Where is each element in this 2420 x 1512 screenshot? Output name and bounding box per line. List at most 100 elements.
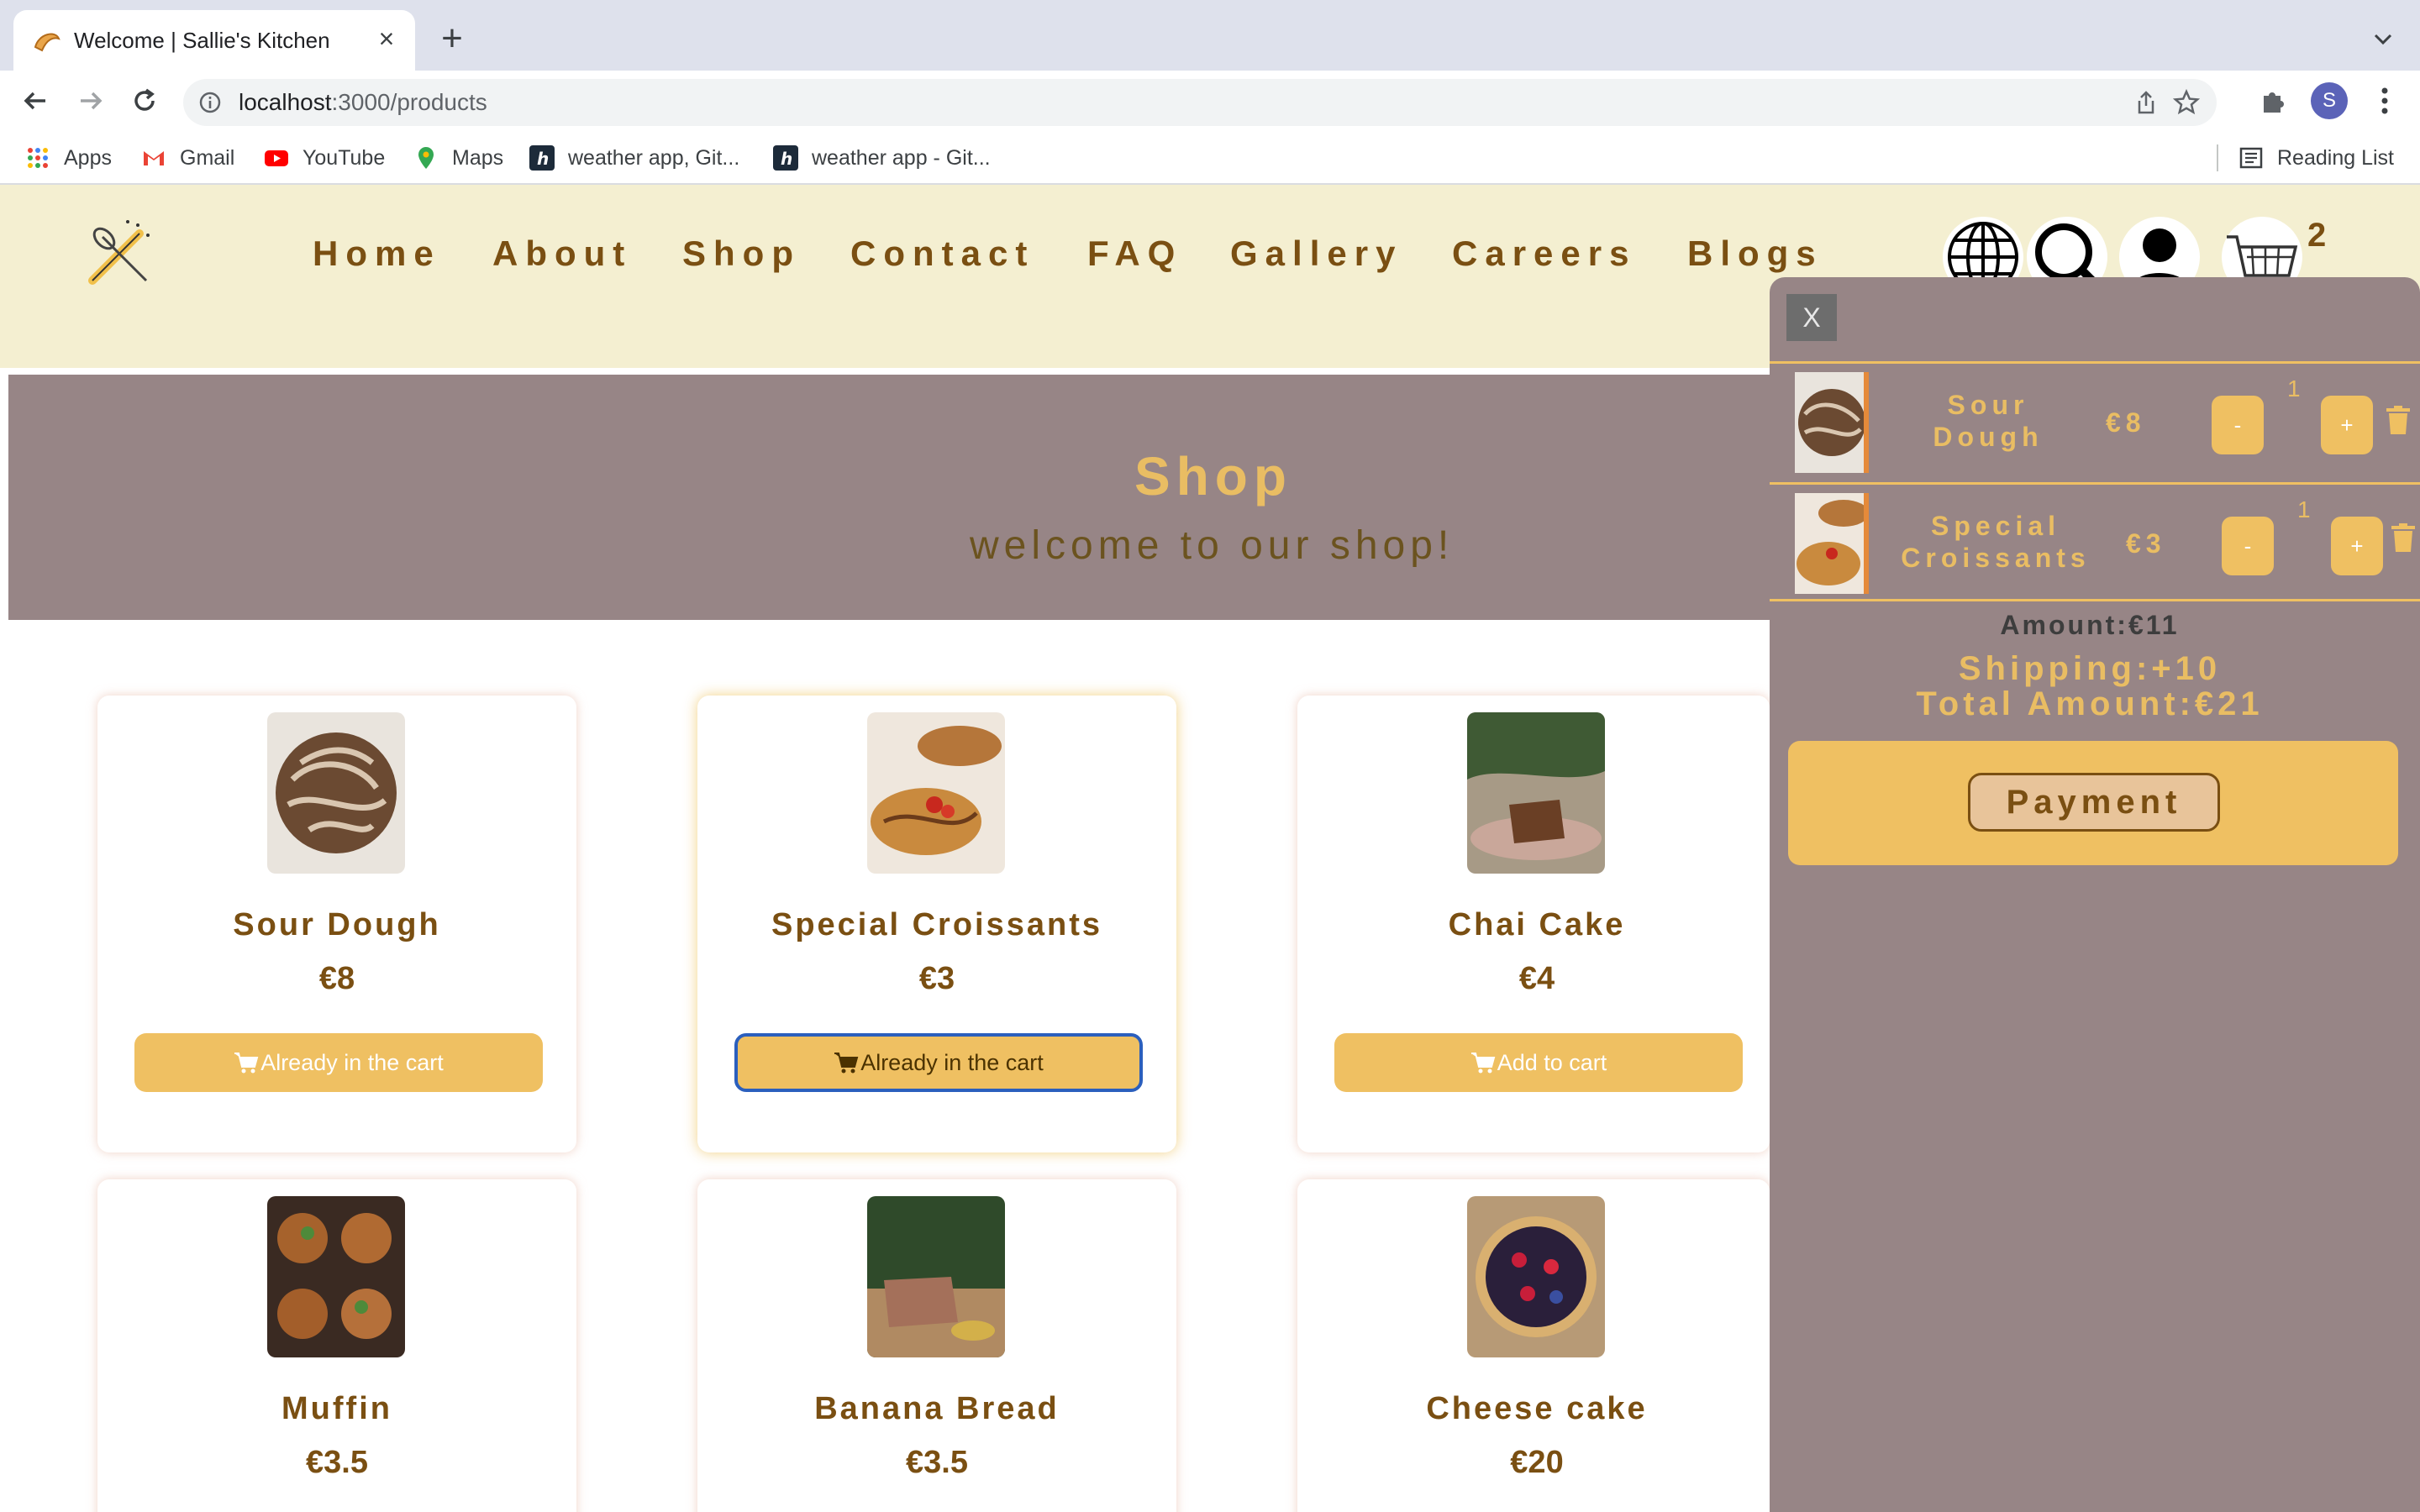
svg-text:h: h <box>781 149 792 169</box>
product-name: Banana Bread <box>814 1391 1060 1426</box>
product-name: Chai Cake <box>1448 907 1626 942</box>
bookmark-youtube[interactable]: YouTube <box>264 143 385 173</box>
bookmark-weather-app-2[interactable]: h weather app - Git... <box>773 143 991 173</box>
cart-item: Sour Dough €8 - 1 + <box>1770 361 2420 480</box>
browser-tab[interactable]: Welcome | Sallie's Kitchen × <box>13 10 415 71</box>
close-cart-button[interactable]: X <box>1786 294 1837 341</box>
url-text: localhost:3000/products <box>239 89 487 116</box>
bookmark-maps[interactable]: Maps <box>413 143 503 173</box>
chevron-down-icon[interactable] <box>2370 25 2396 52</box>
product-name: Sour Dough <box>233 907 441 942</box>
nav-blogs[interactable]: Blogs <box>1687 234 1823 274</box>
nav-gallery[interactable]: Gallery <box>1230 234 1402 274</box>
svg-text:h: h <box>537 149 549 169</box>
bookmark-gmail[interactable]: Gmail <box>141 143 234 173</box>
apps-grid-icon <box>28 148 48 168</box>
product-image-sourdough <box>267 712 405 874</box>
decrease-quantity-button[interactable]: - <box>2222 517 2274 575</box>
bookmark-label: Apps <box>64 145 112 170</box>
already-in-cart-button[interactable]: Already in the cart <box>134 1033 543 1092</box>
nav-faq[interactable]: FAQ <box>1087 234 1182 274</box>
cart-icon <box>1470 1053 1496 1074</box>
payment-button[interactable]: Payment <box>1968 773 2220 832</box>
browser-tabstrip: Welcome | Sallie's Kitchen × + <box>0 0 2420 71</box>
increase-quantity-button[interactable]: + <box>2331 517 2383 575</box>
h-logo-icon: h <box>529 145 555 171</box>
product-card: Special Croissants €3 Already in the car… <box>697 696 1176 1152</box>
back-arrow-icon[interactable] <box>17 82 54 119</box>
kitchen-logo-icon[interactable] <box>81 213 161 294</box>
nav-careers[interactable]: Careers <box>1452 234 1636 274</box>
cart-item-price: €8 <box>2106 407 2146 438</box>
already-in-cart-button[interactable]: Already in the cart <box>734 1033 1143 1092</box>
product-price: €20 <box>1510 1445 1564 1480</box>
tab-close-button[interactable]: × <box>371 24 402 54</box>
cart-item-name: Special Croissants <box>1901 511 2091 573</box>
bookmark-label: YouTube <box>302 145 386 170</box>
product-card: Banana Bread €3.5 <box>697 1179 1176 1512</box>
cart-drawer: X Sour Dough €8 - 1 + Special Croissants… <box>1770 277 2420 1512</box>
nav-about[interactable]: About <box>492 234 632 274</box>
product-image-banana-bread <box>867 1196 1005 1357</box>
button-label: Already in the cart <box>260 1049 444 1075</box>
bookmark-label: weather app, Git... <box>568 145 740 170</box>
add-to-cart-button[interactable]: Add to cart <box>1334 1033 1743 1092</box>
tab-title: Welcome | Sallie's Kitchen <box>74 28 330 53</box>
star-icon[interactable] <box>2173 89 2200 116</box>
address-bar[interactable]: localhost:3000/products <box>183 79 2217 126</box>
button-label: Already in the cart <box>860 1049 1044 1075</box>
bookmark-weather-app-1[interactable]: h weather app, Git... <box>529 143 739 173</box>
trash-icon[interactable] <box>2386 406 2410 434</box>
more-menu-icon[interactable] <box>2370 82 2400 119</box>
product-price: €8 <box>318 961 355 996</box>
reading-list[interactable]: Reading List <box>2238 143 2394 173</box>
cart-item-image <box>1795 372 1869 473</box>
product-price: €3.5 <box>906 1445 968 1480</box>
product-name: Cheese cake <box>1426 1391 1648 1426</box>
decrease-quantity-button[interactable]: - <box>2212 396 2264 454</box>
url-host: localhost <box>239 89 332 115</box>
bookmarks-divider <box>2217 144 2218 171</box>
product-price: €4 <box>1518 961 1555 996</box>
bookmarks-bar: Apps Gmail YouTube Maps h weather app, G… <box>0 131 2420 185</box>
youtube-icon <box>265 150 288 166</box>
nav-contact[interactable]: Contact <box>850 234 1034 274</box>
cart-item-image <box>1795 493 1869 594</box>
payment-panel: Payment <box>1788 741 2398 865</box>
nav-shop[interactable]: Shop <box>682 234 801 274</box>
cart-icon <box>234 1053 259 1074</box>
cart-item-quantity: 1 <box>2287 375 2301 402</box>
increase-quantity-button[interactable]: + <box>2321 396 2373 454</box>
product-card: Chai Cake €4 Add to cart <box>1297 696 1770 1152</box>
product-price: €3.5 <box>306 1445 368 1480</box>
bookmark-apps[interactable]: Apps <box>25 143 112 173</box>
share-icon[interactable] <box>2133 89 2160 116</box>
button-label: Add to cart <box>1497 1049 1607 1075</box>
profile-avatar[interactable]: S <box>2311 82 2348 119</box>
bookmark-label: Gmail <box>180 145 235 170</box>
cart-item-name: Sour Dough <box>1933 390 2044 452</box>
product-name: Muffin <box>281 1391 392 1426</box>
product-image-cheese-cake <box>1467 1196 1605 1357</box>
cart-count-badge: 2 <box>2307 217 2327 254</box>
bookmark-label: Maps <box>452 145 504 170</box>
product-image-chai-cake <box>1467 712 1605 874</box>
info-icon[interactable] <box>198 91 222 114</box>
product-name: Special Croissants <box>771 907 1103 942</box>
product-card: Muffin €3.5 <box>97 1179 576 1512</box>
cart-item: Special Croissants €3 - 1 + <box>1770 482 2420 601</box>
new-tab-button[interactable]: + <box>435 20 469 57</box>
trash-icon[interactable] <box>2391 523 2415 552</box>
bookmark-label: weather app - Git... <box>812 145 991 170</box>
forward-arrow-icon[interactable] <box>72 82 109 119</box>
reading-list-icon <box>2239 147 2263 169</box>
nav-home[interactable]: Home <box>313 234 441 274</box>
extensions-icon[interactable] <box>2259 86 2289 116</box>
h-logo-icon: h <box>773 145 798 171</box>
croissant-icon <box>34 33 60 52</box>
product-card: Sour Dough €8 Already in the cart <box>97 696 576 1152</box>
cart-total: Total Amount:€21 <box>1916 685 2264 722</box>
product-image-croissants <box>867 712 1005 874</box>
reload-icon[interactable] <box>126 82 163 119</box>
gmail-icon <box>144 151 164 165</box>
